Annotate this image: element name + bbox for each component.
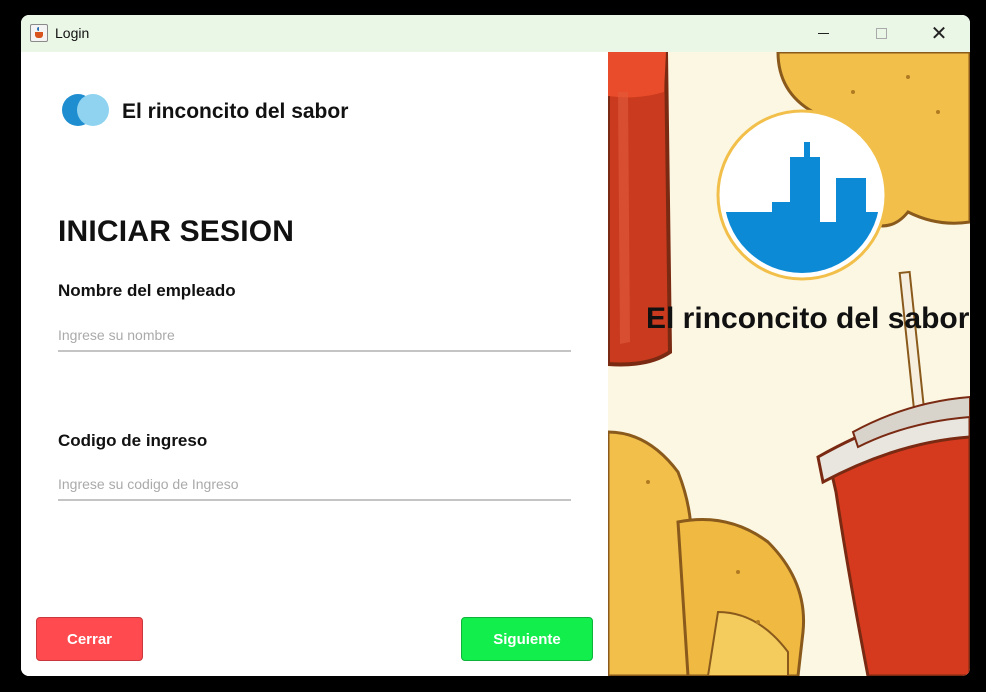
- employee-name-input[interactable]: [58, 320, 571, 352]
- minimize-button[interactable]: [794, 15, 852, 52]
- food-illustration-panel: El rinconcito del sabor: [608, 52, 970, 676]
- title-bar[interactable]: Login ✕: [21, 15, 970, 52]
- close-window-button[interactable]: ✕: [910, 15, 968, 52]
- close-icon: ✕: [930, 23, 948, 45]
- employee-name-label: Nombre del empleado: [58, 281, 236, 300]
- minimize-icon: [817, 33, 829, 34]
- maximize-button[interactable]: [852, 15, 910, 52]
- brand-title-large: El rinconcito del sabor: [646, 302, 970, 335]
- access-code-input[interactable]: [58, 469, 571, 501]
- login-panel: El rinconcito del sabor INICIAR SESION N…: [21, 52, 608, 676]
- java-app-icon: [30, 24, 48, 42]
- close-button[interactable]: Cerrar: [36, 617, 143, 661]
- access-code-label: Codigo de ingreso: [58, 431, 208, 450]
- window-title: Login: [55, 25, 90, 41]
- next-button[interactable]: Siguiente: [461, 617, 593, 661]
- page-title: INICIAR SESION: [58, 215, 295, 248]
- brand-logo-icon: [62, 94, 110, 126]
- fast-food-illustration: [608, 52, 970, 676]
- login-window: Login ✕ El rinconcito del sabor INICIAR …: [21, 15, 970, 676]
- brand-name: El rinconcito del sabor: [122, 100, 349, 123]
- maximize-icon: [875, 28, 887, 39]
